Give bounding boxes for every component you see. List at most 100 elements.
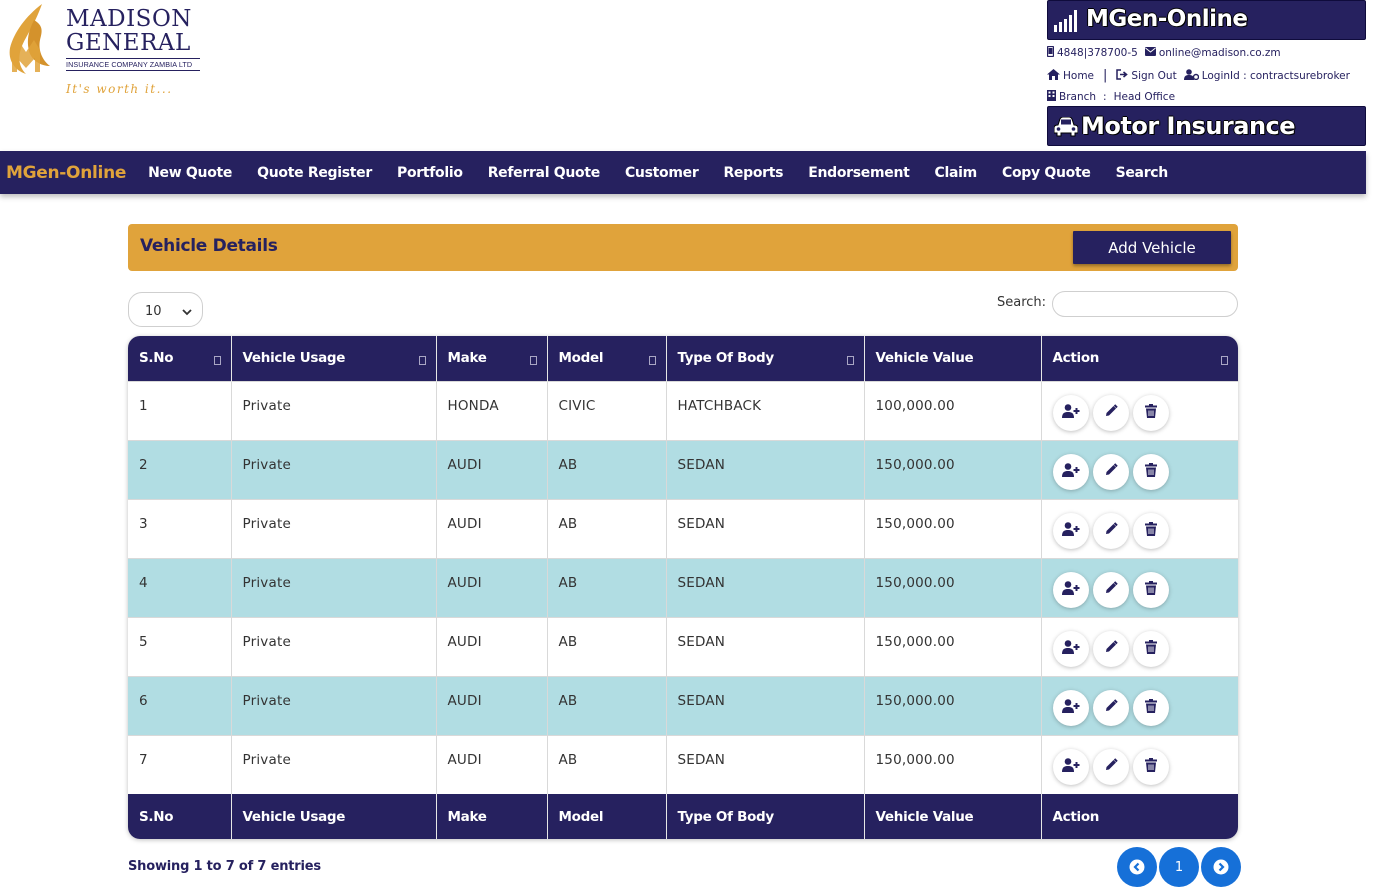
add-user-button[interactable] <box>1052 630 1089 667</box>
cell-vehicle-value: 150,000.00 <box>864 616 1042 676</box>
trash-icon <box>1144 580 1157 599</box>
contact-info: 4848|378700-5 online@madison.co.zm <box>1046 45 1281 60</box>
table-row: 4 Private AUDI AB SEDAN 150,000.00 <box>128 557 1238 617</box>
nav-brand[interactable]: MGen-Online <box>6 163 126 183</box>
cell-make: AUDI <box>436 616 548 676</box>
edit-button[interactable] <box>1092 512 1129 549</box>
column-label: Make <box>447 350 487 367</box>
delete-button[interactable] <box>1132 630 1169 667</box>
building-icon <box>1047 90 1056 104</box>
sort-icon <box>846 356 854 365</box>
column-label: Vehicle Value <box>875 350 974 367</box>
nav-item-portfolio[interactable]: Portfolio <box>397 165 463 181</box>
cell-vehicle-usage: Private <box>231 734 437 794</box>
pencil-icon <box>1104 462 1118 481</box>
column-header-type-of-body[interactable]: Type Of Body <box>666 336 865 381</box>
sort-icon <box>213 356 221 365</box>
cell-vehicle-usage: Private <box>231 439 437 499</box>
trash-icon <box>1144 521 1157 540</box>
home-link[interactable]: Home <box>1063 70 1094 82</box>
nav-item-claim[interactable]: Claim <box>935 165 978 181</box>
cell-vehicle-usage: Private <box>231 557 437 617</box>
edit-button[interactable] <box>1092 571 1129 608</box>
brand-banner: MGen-Online <box>1047 0 1366 40</box>
add-user-button[interactable] <box>1052 394 1089 431</box>
cell-type-of-body: SEDAN <box>666 734 865 794</box>
next-page-button[interactable] <box>1201 847 1241 887</box>
footer-vehicle-value: Vehicle Value <box>864 794 1042 839</box>
branch-label: Branch <box>1059 91 1097 103</box>
column-header-model[interactable]: Model <box>547 336 667 381</box>
trash-icon <box>1144 757 1157 776</box>
nav-item-referral-quote[interactable]: Referral Quote <box>488 165 601 181</box>
footer-action: Action <box>1041 794 1238 839</box>
edit-button[interactable] <box>1092 394 1129 431</box>
add-user-icon <box>1061 639 1080 658</box>
page-button-current[interactable]: 1 <box>1159 847 1199 887</box>
delete-button[interactable] <box>1132 571 1169 608</box>
edit-button[interactable] <box>1092 689 1129 726</box>
cell-vehicle-usage: Private <box>231 380 437 440</box>
table-header-row: S.No Vehicle Usage Make Model Type Of Bo… <box>128 336 1238 381</box>
delete-button[interactable] <box>1132 453 1169 490</box>
nav-item-search[interactable]: Search <box>1116 165 1169 181</box>
logo-line-2: GENERAL <box>66 30 191 56</box>
nav-item-reports[interactable]: Reports <box>723 165 783 181</box>
add-user-button[interactable] <box>1052 689 1089 726</box>
add-user-icon <box>1061 698 1080 717</box>
previous-page-button[interactable] <box>1117 847 1157 887</box>
search-input[interactable] <box>1052 291 1238 317</box>
column-header-sno[interactable]: S.No <box>128 336 232 381</box>
add-user-button[interactable] <box>1052 453 1089 490</box>
login-id: LoginId : contractsurebroker <box>1201 69 1350 82</box>
sort-icon <box>648 356 656 365</box>
cell-vehicle-value: 150,000.00 <box>864 557 1042 617</box>
table-footer-row: S.No Vehicle Usage Make Model Type Of Bo… <box>128 794 1238 839</box>
nav-item-endorsement[interactable]: Endorsement <box>808 165 910 181</box>
trash-icon <box>1144 403 1157 422</box>
add-user-button[interactable] <box>1052 748 1089 785</box>
cell-actions <box>1041 734 1238 794</box>
table-row: 5 Private AUDI AB SEDAN 150,000.00 <box>128 616 1238 676</box>
cell-type-of-body: SEDAN <box>666 616 865 676</box>
sort-icon <box>529 356 537 365</box>
envelope-icon <box>1144 47 1156 59</box>
edit-button[interactable] <box>1092 453 1129 490</box>
cell-actions <box>1041 498 1238 558</box>
company-logo[interactable]: MADISON GENERAL INSURANCE COMPANY ZAMBIA… <box>4 2 204 102</box>
edit-button[interactable] <box>1092 748 1129 785</box>
cell-actions <box>1041 675 1238 735</box>
delete-button[interactable] <box>1132 394 1169 431</box>
nav-item-customer[interactable]: Customer <box>625 165 699 181</box>
branch-info: Branch : Head Office <box>1047 90 1175 104</box>
logo-subtitle: INSURANCE COMPANY ZAMBIA LTD <box>66 58 200 71</box>
email-address: online@madison.co.zm <box>1158 47 1281 59</box>
footer-sno: S.No <box>128 794 232 839</box>
cell-sno: 3 <box>128 498 232 558</box>
delete-button[interactable] <box>1132 689 1169 726</box>
pencil-icon <box>1104 403 1118 422</box>
cell-vehicle-usage: Private <box>231 675 437 735</box>
add-vehicle-button[interactable]: Add Vehicle <box>1073 231 1231 264</box>
nav-item-copy-quote[interactable]: Copy Quote <box>1002 165 1091 181</box>
cell-vehicle-value: 150,000.00 <box>864 498 1042 558</box>
add-user-button[interactable] <box>1052 512 1089 549</box>
cell-vehicle-value: 100,000.00 <box>864 380 1042 440</box>
edit-button[interactable] <box>1092 630 1129 667</box>
column-label: Vehicle Usage <box>242 350 346 367</box>
column-header-vehicle-usage[interactable]: Vehicle Usage <box>231 336 437 381</box>
page-length-select[interactable]: 10 <box>128 292 203 327</box>
column-header-make[interactable]: Make <box>436 336 548 381</box>
delete-button[interactable] <box>1132 512 1169 549</box>
add-user-button[interactable] <box>1052 571 1089 608</box>
nav-item-new-quote[interactable]: New Quote <box>148 165 232 181</box>
cell-make: AUDI <box>436 675 548 735</box>
page-length-value: 10 <box>145 304 162 319</box>
table-row: 7 Private AUDI AB SEDAN 150,000.00 <box>128 734 1238 794</box>
nav-item-quote-register[interactable]: Quote Register <box>257 165 372 181</box>
delete-button[interactable] <box>1132 748 1169 785</box>
cell-type-of-body: SEDAN <box>666 557 865 617</box>
column-header-action[interactable]: Action <box>1041 336 1238 381</box>
column-header-vehicle-value[interactable]: Vehicle Value <box>864 336 1042 381</box>
sign-out-link[interactable]: Sign Out <box>1131 70 1176 82</box>
